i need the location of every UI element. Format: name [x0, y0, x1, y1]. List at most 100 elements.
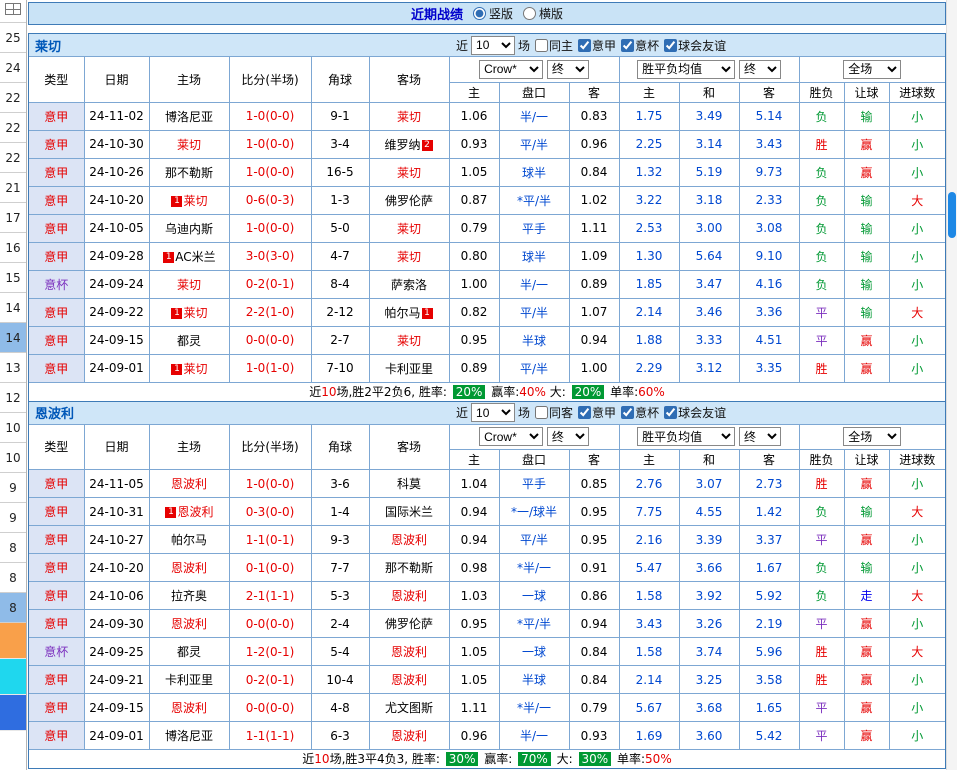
italy-cup-checkbox[interactable]: 意杯 — [621, 37, 659, 54]
match-date-cell: 24-09-24 — [84, 270, 149, 298]
home-odds-cell: 0.82 — [449, 298, 499, 326]
scope-dropdown-cell: 全场 — [799, 425, 945, 450]
scope-select[interactable]: 全场 — [843, 60, 901, 79]
home-odds-cell: 1.11 — [449, 694, 499, 722]
result-cell: 胜 — [799, 130, 844, 158]
odds-stage-select[interactable]: 终 — [547, 427, 589, 446]
match-row: 意甲24-09-01博洛尼亚1-1(1-1)6-3恩波利0.96半/一0.931… — [29, 722, 945, 750]
same-venue-checkbox[interactable]: 同客 — [535, 404, 573, 421]
scrollbar-thumb[interactable] — [948, 192, 956, 238]
avg-type-select[interactable]: 胜平负均值 — [637, 427, 735, 446]
handicap-cell: 球半 — [499, 242, 569, 270]
scrollbar-track[interactable] — [946, 0, 957, 770]
handicap-cell: 半/一 — [499, 722, 569, 750]
score-cell: 1-1(0-1) — [229, 526, 311, 554]
result-cell: 负 — [799, 582, 844, 610]
home-team-cell: 恩波利 — [149, 554, 229, 582]
score-cell: 0-2(0-1) — [229, 270, 311, 298]
match-count-select[interactable]: 10 — [471, 403, 515, 422]
italy-cup-checkbox[interactable]: 意杯 — [621, 404, 659, 421]
avg-home-cell: 5.47 — [619, 554, 679, 582]
scope-dropdown-cell: 全场 — [799, 57, 945, 82]
result-cell: 负 — [799, 498, 844, 526]
away-team-cell: 莱切 — [369, 214, 449, 242]
home-team-name: 都灵 — [177, 645, 201, 659]
away-team-cell: 国际米兰 — [369, 498, 449, 526]
match-row: 意杯24-09-25都灵1-2(0-1)5-4恩波利1.05一球0.841.58… — [29, 638, 945, 666]
home-team-name: 莱切 — [183, 362, 207, 376]
rank-number-cell: 25 — [0, 23, 26, 53]
odds-stage-select[interactable]: 终 — [547, 60, 589, 79]
club-friendly-checkbox[interactable]: 球会友谊 — [664, 404, 726, 421]
avg-type-select[interactable]: 胜平负均值 — [637, 60, 735, 79]
avg-away-cell: 4.16 — [739, 270, 799, 298]
home-team-cell: 恩波利 — [149, 610, 229, 638]
handicap-cell: 球半 — [499, 158, 569, 186]
serie-a-checkbox[interactable]: 意甲 — [578, 37, 616, 54]
avg-home-cell: 1.85 — [619, 270, 679, 298]
team-header-bar: 莱切 近 10 场 同主 意甲 意杯 球会友谊 — [29, 34, 945, 57]
panel-title: 近期战绩 — [411, 4, 463, 23]
score-cell: 0-0(0-0) — [229, 694, 311, 722]
home-odds-cell: 0.80 — [449, 242, 499, 270]
odds-company-select[interactable]: Crow* — [479, 427, 543, 446]
corner-cell: 7-10 — [311, 354, 369, 382]
odds-company-select[interactable]: Crow* — [479, 60, 543, 79]
corner-cell: 9-3 — [311, 526, 369, 554]
avg-away-cell: 3.08 — [739, 214, 799, 242]
home-team-cell: 1莱切 — [149, 186, 229, 214]
avg-stage-select[interactable]: 终 — [739, 427, 781, 446]
match-type-cell: 意甲 — [29, 498, 84, 526]
col-header-home: 主场 — [149, 425, 229, 470]
rank-number-cell: 13 — [0, 353, 26, 383]
club-friendly-checkbox[interactable]: 球会友谊 — [664, 37, 726, 54]
italy-cup-checkbox-input[interactable] — [621, 406, 634, 419]
filter-controls: 近 10 场 同主 意甲 意杯 球会友谊 — [456, 34, 726, 56]
same-venue-checkbox-input[interactable] — [535, 39, 548, 52]
away-odds-cell: 0.93 — [569, 722, 619, 750]
match-date-cell: 24-09-01 — [84, 722, 149, 750]
avg-draw-cell: 3.14 — [679, 130, 739, 158]
avg-draw-cell: 3.12 — [679, 354, 739, 382]
home-team-name: 莱切 — [177, 138, 201, 152]
match-row: 意甲24-10-311恩波利0-3(0-0)1-4国际米兰0.94*一/球半0.… — [29, 498, 945, 526]
away-team-cell: 那不勒斯 — [369, 554, 449, 582]
serie-a-checkbox[interactable]: 意甲 — [578, 404, 616, 421]
away-team-name: 萨索洛 — [391, 278, 427, 292]
vertical-radio-input[interactable] — [473, 7, 486, 20]
col-header-date: 日期 — [84, 425, 149, 470]
match-type-cell: 意甲 — [29, 298, 84, 326]
away-odds-cell: 0.96 — [569, 130, 619, 158]
same-venue-checkbox-input[interactable] — [535, 406, 548, 419]
match-type-cell: 意甲 — [29, 186, 84, 214]
rank-number-cell: 15 — [0, 263, 26, 293]
avg-stage-select[interactable]: 终 — [739, 60, 781, 79]
italy-cup-checkbox-input[interactable] — [621, 39, 634, 52]
handicap-cell: *半/一 — [499, 554, 569, 582]
club-friendly-checkbox-input[interactable] — [664, 39, 677, 52]
same-venue-checkbox[interactable]: 同主 — [535, 37, 573, 54]
club-friendly-checkbox-input[interactable] — [664, 406, 677, 419]
rank-number-cell: 12 — [0, 383, 26, 413]
away-odds-cell: 0.84 — [569, 638, 619, 666]
scope-select[interactable]: 全场 — [843, 427, 901, 446]
summary-segment: 场,胜2平2负6, 胜率: — [336, 385, 450, 399]
let-result-cell: 走 — [844, 582, 889, 610]
match-count-select[interactable]: 10 — [471, 36, 515, 55]
away-team-name: 莱切 — [397, 250, 421, 264]
away-odds-cell: 1.02 — [569, 186, 619, 214]
layout-horizontal-option[interactable]: 横版 — [523, 5, 563, 22]
horizontal-radio-input[interactable] — [523, 7, 536, 20]
avg-draw-cell: 3.92 — [679, 582, 739, 610]
layout-vertical-option[interactable]: 竖版 — [473, 5, 513, 22]
serie-a-checkbox-input[interactable] — [578, 39, 591, 52]
same-venue-label: 同客 — [549, 404, 573, 421]
serie-a-checkbox-input[interactable] — [578, 406, 591, 419]
home-odds-cell: 0.94 — [449, 526, 499, 554]
rank-number-cell: 14 — [0, 293, 26, 323]
match-type-cell: 意杯 — [29, 638, 84, 666]
rank-number-cell: 8 — [0, 533, 26, 563]
match-row: 意甲24-09-011莱切1-0(1-0)7-10卡利亚里0.89平/半1.00… — [29, 354, 945, 382]
goals-cell: 小 — [889, 722, 945, 750]
col-header-avg-home: 主 — [619, 82, 679, 102]
